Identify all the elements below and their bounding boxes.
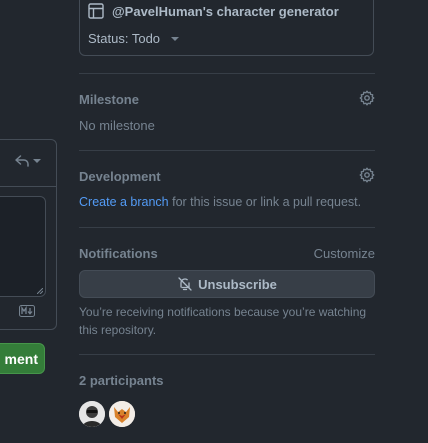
- divider: [79, 150, 375, 151]
- avatar-image: [109, 401, 135, 427]
- comment-submit-button[interactable]: ment: [0, 343, 45, 374]
- development-text: Create a branch for this issue or link a…: [79, 195, 361, 209]
- divider: [79, 227, 375, 228]
- customize-link[interactable]: Customize: [314, 246, 375, 261]
- notifications-heading: Notifications: [79, 246, 158, 261]
- chevron-down-icon[interactable]: [171, 36, 179, 42]
- markdown-icon: [19, 305, 35, 317]
- project-card: @PavelHuman's character generator Status…: [79, 0, 374, 56]
- unsubscribe-button[interactable]: Unsubscribe: [79, 270, 375, 298]
- unsubscribe-label: Unsubscribe: [198, 276, 277, 292]
- participant-avatar-2[interactable]: [109, 401, 135, 427]
- divider: [79, 73, 375, 74]
- resize-grip-icon[interactable]: [37, 288, 43, 294]
- development-heading[interactable]: Development: [79, 169, 161, 184]
- reply-icon[interactable]: [14, 153, 30, 169]
- comment-textarea[interactable]: [0, 196, 46, 297]
- participants-heading: 2 participants: [79, 373, 164, 388]
- divider: [79, 354, 375, 355]
- comment-form: [0, 139, 57, 330]
- create-branch-link[interactable]: Create a branch: [79, 195, 169, 209]
- notifications-description: You’re receiving notifications because y…: [79, 305, 367, 337]
- bell-slash-icon: [178, 277, 192, 291]
- project-title[interactable]: @PavelHuman's character generator: [112, 4, 339, 19]
- development-suffix: for this issue or link a pull request.: [168, 195, 362, 209]
- chevron-down-icon[interactable]: [33, 157, 41, 165]
- milestone-value: No milestone: [79, 118, 155, 133]
- avatar-image: [79, 401, 105, 427]
- comment-toolbar: [0, 140, 56, 187]
- project-status[interactable]: Status: Todo: [88, 31, 160, 46]
- participant-avatar-1[interactable]: [79, 401, 105, 427]
- milestone-heading[interactable]: Milestone: [79, 92, 139, 107]
- table-icon: [88, 3, 104, 19]
- gear-icon[interactable]: [359, 90, 375, 106]
- gear-icon[interactable]: [359, 167, 375, 183]
